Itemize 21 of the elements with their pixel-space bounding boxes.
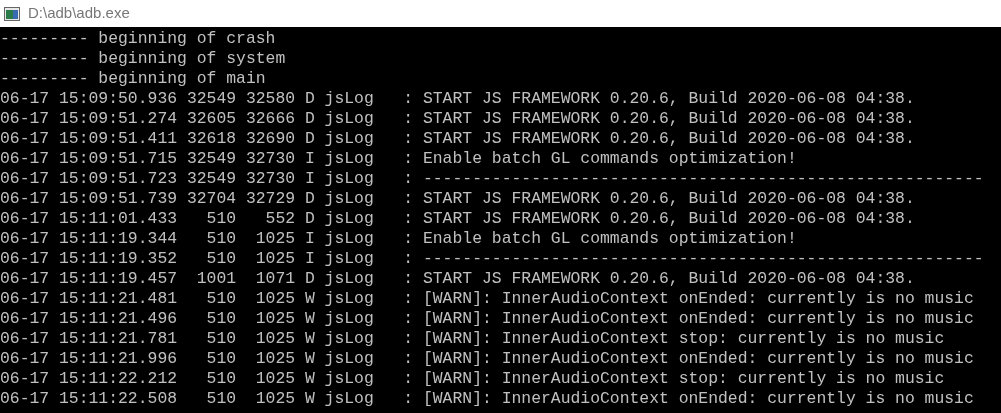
console-line: --------- beginning of system xyxy=(0,49,286,69)
console-line: 06-17 15:11:22.212 510 1025 W jsLog : [WARN]: InnerAudioContext stop: currently is no music xyxy=(0,369,945,389)
console-line: 06-17 15:09:51.411 32618 32690 D jsLog : START JS FRAMEWORK 0.20.6, Build 2020-06-08 04:38. xyxy=(0,129,915,149)
console-line: 06-17 15:11:21.781 510 1025 W jsLog : [WARN]: InnerAudioContext stop: currently is no music xyxy=(0,329,945,349)
console-line: 06-17 15:11:21.481 510 1025 W jsLog : [WARN]: InnerAudioContext onEnded: currently is no music xyxy=(0,289,974,309)
console-line: 06-17 15:11:19.457 1001 1071 D jsLog : START JS FRAMEWORK 0.20.6, Build 2020-06-08 04:38. xyxy=(0,269,915,289)
console-line: 06-17 15:11:01.433 510 552 D jsLog : START JS FRAMEWORK 0.20.6, Build 2020-06-08 04:38. xyxy=(0,209,915,229)
console-line: 06-17 15:09:51.723 32549 32730 I jsLog : --------------------------------------------------------- xyxy=(0,169,984,189)
console-line: 06-17 15:11:21.496 510 1025 W jsLog : [WARN]: InnerAudioContext onEnded: currently is no music xyxy=(0,309,974,329)
console-line: 06-17 15:11:19.352 510 1025 I jsLog : --------------------------------------------------------- xyxy=(0,249,984,269)
console-line: 06-17 15:09:51.739 32704 32729 D jsLog : START JS FRAMEWORK 0.20.6, Build 2020-06-08 04:38. xyxy=(0,189,915,209)
console-line: 06-17 15:09:51.274 32605 32666 D jsLog : START JS FRAMEWORK 0.20.6, Build 2020-06-08 04:38. xyxy=(0,109,915,129)
window-title: D:\adb\adb.exe xyxy=(28,3,130,24)
console-line: 06-17 15:11:22.508 510 1025 W jsLog : [WARN]: InnerAudioContext onEnded: currently is no music xyxy=(0,389,974,409)
console-line: --------- beginning of main xyxy=(0,69,266,89)
console-line: 06-17 15:09:51.715 32549 32730 I jsLog : Enable batch GL commands optimization! xyxy=(0,149,797,169)
console-line: 06-17 15:09:50.936 32549 32580 D jsLog : START JS FRAMEWORK 0.20.6, Build 2020-06-08 04:38. xyxy=(0,89,915,109)
console-window-icon xyxy=(4,6,20,21)
console-line: 06-17 15:11:19.344 510 1025 I jsLog : Enable batch GL commands optimization! xyxy=(0,229,797,249)
console-line: 06-17 15:11:21.996 510 1025 W jsLog : [WARN]: InnerAudioContext onEnded: currently is no music xyxy=(0,349,974,369)
console-line: --------- beginning of crash xyxy=(0,29,276,49)
